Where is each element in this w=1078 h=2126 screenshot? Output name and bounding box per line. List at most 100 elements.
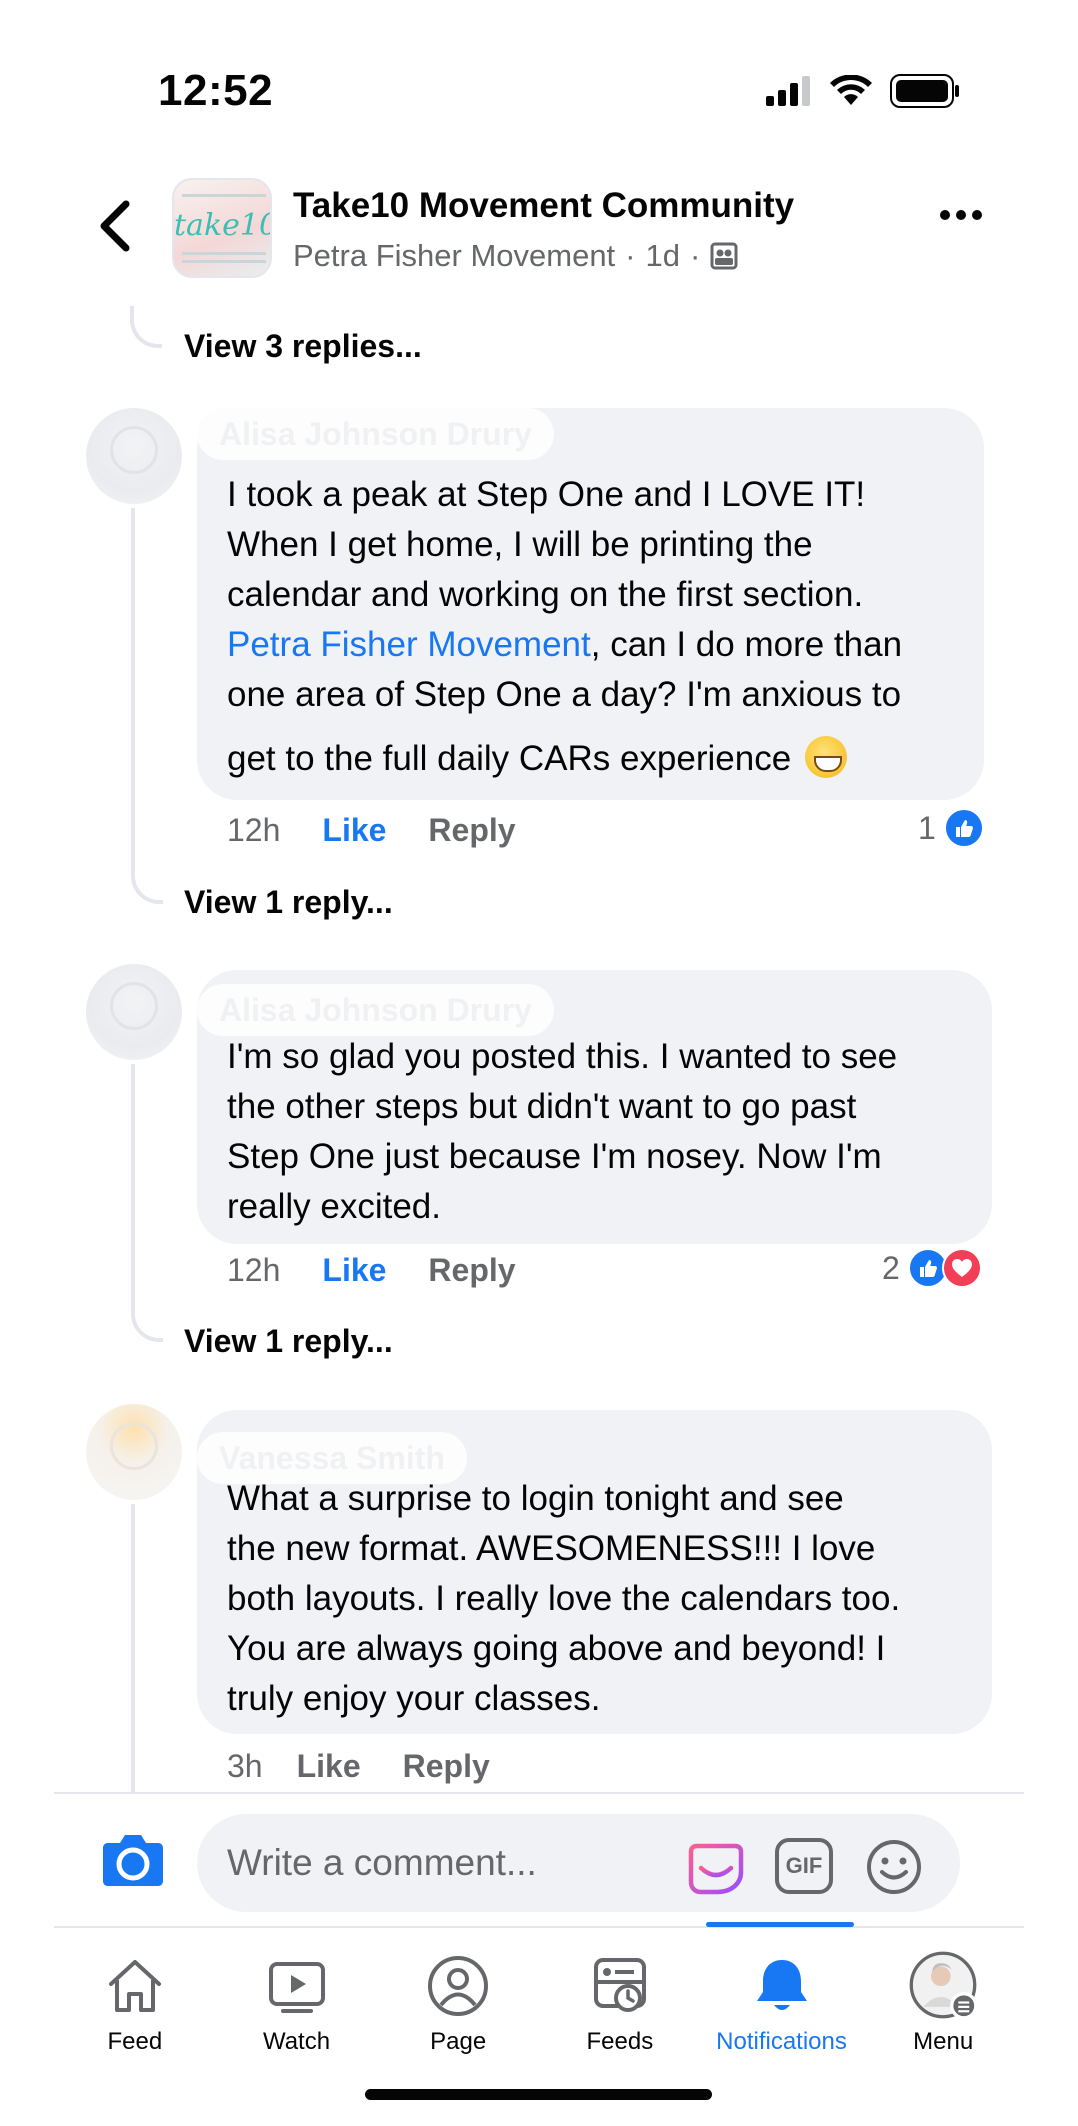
nav-page[interactable]: Page xyxy=(377,1928,539,2058)
reaction-summary[interactable]: 1 xyxy=(918,808,984,848)
comment-time: 3h xyxy=(227,1748,263,1784)
gif-icon[interactable]: GIF xyxy=(775,1838,833,1894)
comment-author[interactable]: Alisa Johnson Drury xyxy=(197,408,554,460)
bottom-nav: Feed Watch Page Feeds Notifications Menu xyxy=(54,1928,1024,2058)
comment-line: the other steps but didn't want to go pa… xyxy=(227,1087,857,1126)
emoji-icon[interactable] xyxy=(865,1838,923,1896)
nav-label: Feeds xyxy=(586,2028,654,2055)
nav-feeds[interactable]: Feeds xyxy=(539,1928,701,2058)
wifi-icon xyxy=(830,75,872,105)
comment-line: both layouts. I really love the calendar… xyxy=(227,1579,901,1618)
thread-line xyxy=(131,1064,135,1306)
comment-text: I'm so glad you posted this. I wanted to… xyxy=(227,1032,897,1232)
video-icon xyxy=(268,1962,325,2013)
view-replies-link[interactable]: View 3 replies... xyxy=(184,328,422,365)
post-header: take10 Take10 Movement Community Petra F… xyxy=(0,172,1078,282)
reaction-summary[interactable]: 2 xyxy=(882,1248,982,1288)
view-replies-link[interactable]: View 1 reply... xyxy=(184,1323,393,1360)
like-button[interactable]: Like xyxy=(322,1252,386,1289)
comment-line-tail: , can I do more than xyxy=(590,625,903,664)
home-icon xyxy=(108,1960,161,2012)
comment-bubble: Alisa Johnson Drury I'm so glad you post… xyxy=(197,970,992,1244)
comment-time: 12h xyxy=(227,1252,281,1288)
reply-button[interactable]: Reply xyxy=(403,1748,490,1785)
nav-feed[interactable]: Feed xyxy=(54,1928,216,2058)
comment-author[interactable]: Alisa Johnson Drury xyxy=(197,984,554,1036)
comment-line: the new format. AWESOMENESS!!! I love xyxy=(227,1529,876,1568)
thread-connector xyxy=(131,866,163,904)
like-button[interactable]: Like xyxy=(322,812,386,849)
mention-link[interactable]: Petra Fisher Movement xyxy=(227,625,591,664)
comment-line: calendar and working on the first sectio… xyxy=(227,575,864,614)
comment-text: I took a peak at Step One and I LOVE IT!… xyxy=(227,470,902,784)
meta-separator: · xyxy=(689,238,701,273)
comment-input[interactable]: Write a comment... GIF xyxy=(197,1814,960,1912)
battery-icon xyxy=(890,74,959,108)
comment-line: What a surprise to login tonight and see xyxy=(227,1479,844,1518)
comment-line: You are always going above and beyond! I xyxy=(227,1629,886,1668)
like-reaction-icon xyxy=(943,808,984,848)
nav-label: Page xyxy=(430,2028,487,2055)
nav-label: Notifications xyxy=(716,2028,847,2055)
nav-menu[interactable]: Menu xyxy=(862,1928,1024,2058)
status-time: 12:52 xyxy=(158,66,274,115)
nav-label: Menu xyxy=(913,2028,974,2055)
composer-divider xyxy=(54,1792,1024,1794)
post-meta: Petra Fisher Movement · 1d · xyxy=(293,238,738,274)
view-replies-link[interactable]: View 1 reply... xyxy=(184,884,393,921)
comment-line: Step One just because I'm nosey. Now I'm xyxy=(227,1137,882,1176)
comment-line: one area of Step One a day? I'm anxious … xyxy=(227,675,902,714)
reply-button[interactable]: Reply xyxy=(428,1252,515,1289)
comment-line: I took a peak at Step One and I LOVE IT! xyxy=(227,475,866,514)
comment-line: truly enjoy your classes. xyxy=(227,1679,601,1718)
grinning-face-emoji-icon xyxy=(804,736,847,778)
comment-text: What a surprise to login tonight and see… xyxy=(227,1474,900,1724)
group-privacy-icon xyxy=(710,242,738,270)
active-tab-indicator xyxy=(706,1922,854,1927)
status-icons xyxy=(766,74,960,108)
page-name[interactable]: Petra Fisher Movement xyxy=(293,238,615,274)
back-arrow-icon[interactable] xyxy=(92,198,138,254)
reaction-count: 2 xyxy=(882,1249,900,1286)
feeds-icon xyxy=(593,1958,646,2012)
reply-button[interactable]: Reply xyxy=(428,812,515,849)
comment-line: I'm so glad you posted this. I wanted to… xyxy=(227,1037,898,1076)
love-reaction-icon xyxy=(941,1248,982,1288)
thread-connector xyxy=(131,1304,163,1342)
nav-label: Feed xyxy=(107,2028,163,2055)
avatar-sticker-icon[interactable] xyxy=(687,1838,745,1896)
nav-watch[interactable]: Watch xyxy=(216,1928,378,2058)
signal-icon xyxy=(766,76,810,106)
comment-line: get to the full daily CARs experience xyxy=(227,734,902,784)
like-button[interactable]: Like xyxy=(297,1748,361,1785)
thread-connector xyxy=(130,306,162,348)
more-options-icon[interactable] xyxy=(940,208,986,222)
comment-bubble: Alisa Johnson Drury I took a peak at Ste… xyxy=(197,408,984,800)
commenter-avatar[interactable] xyxy=(86,1404,182,1500)
group-avatar[interactable]: take10 xyxy=(172,178,272,278)
comment-bubble: Vanessa Smith What a surprise to login t… xyxy=(197,1410,992,1734)
comment-actions: 12h Like Reply xyxy=(227,1252,516,1289)
menu-avatar-icon xyxy=(909,1951,978,2020)
comment-actions: 12h Like Reply xyxy=(227,812,516,849)
home-indicator[interactable] xyxy=(365,2089,712,2100)
meta-separator: · xyxy=(625,238,636,273)
nav-label: Watch xyxy=(262,2028,331,2055)
comment-line: When I get home, I will be printing the xyxy=(227,525,813,564)
comment-line: Petra Fisher Movement, can I do more tha… xyxy=(227,620,902,670)
comment-line-text: get to the full daily CARs experience xyxy=(227,739,792,778)
thread-line xyxy=(131,508,135,868)
bell-icon xyxy=(756,1960,807,2010)
comment-time: 12h xyxy=(227,812,281,848)
commenter-avatar[interactable] xyxy=(86,408,182,504)
group-name[interactable]: Take10 Movement Community xyxy=(293,186,794,226)
reaction-count: 1 xyxy=(918,809,936,846)
thread-line xyxy=(131,1504,135,1792)
nav-notifications[interactable]: Notifications xyxy=(701,1928,863,2058)
group-avatar-logo: take10 xyxy=(174,208,272,243)
comment-line: really excited. xyxy=(227,1187,441,1226)
comment-actions: 3h Like Reply xyxy=(227,1748,490,1785)
post-age: 1d xyxy=(645,238,680,273)
camera-icon[interactable] xyxy=(102,1831,164,1887)
commenter-avatar[interactable] xyxy=(86,964,182,1060)
